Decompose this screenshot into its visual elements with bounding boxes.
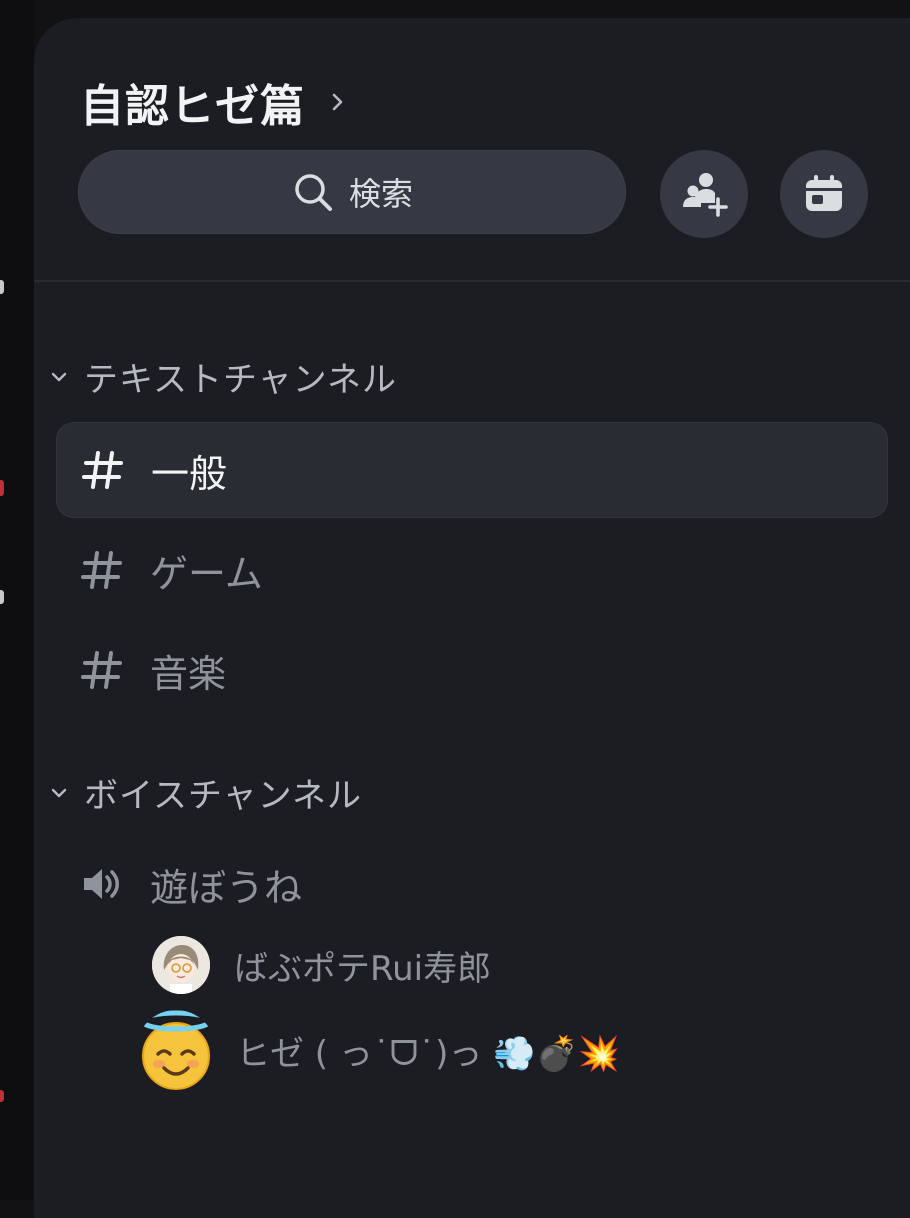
category-label: テキストチャンネル <box>84 360 397 400</box>
voice-user-name: ばぶポテRui寿郎 <box>234 948 492 989</box>
voice-user-name: ヒゼ ( っ˙ᗜ˙)っ 💨💣💥 <box>236 1033 621 1074</box>
search-input[interactable]: 検索 <box>78 150 626 234</box>
voice-user[interactable]: ヒゼ ( っ˙ᗜ˙)っ 💨💣💥 <box>136 1010 620 1090</box>
search-label: 検索 <box>348 175 413 213</box>
channel-game[interactable]: ゲーム <box>56 522 888 618</box>
rail-indicator <box>0 590 4 604</box>
category-label: ボイスチャンネル <box>84 776 362 816</box>
rail-indicator <box>0 1090 4 1102</box>
channel-name: 音楽 <box>150 651 227 696</box>
chevron-down-icon <box>48 366 70 388</box>
invite-member-button[interactable] <box>660 150 748 238</box>
server-header[interactable]: 自認ヒゼ篇 <box>80 70 349 134</box>
voice-user[interactable]: ばぶポテRui寿郎 <box>152 936 491 994</box>
avatar <box>136 1010 216 1090</box>
rail-indicator <box>0 280 4 294</box>
channel-music[interactable]: 音楽 <box>56 622 888 718</box>
channel-general[interactable]: 一般 <box>56 422 888 518</box>
channel-name: 一般 <box>151 451 228 496</box>
category-text-channels[interactable]: テキストチャンネル <box>48 352 397 401</box>
rail-indicator <box>0 480 4 496</box>
hash-icon <box>81 448 125 492</box>
speaker-icon <box>80 862 124 906</box>
voice-channel-asobou[interactable]: 遊ぼうね <box>56 836 888 932</box>
calendar-icon <box>801 171 847 217</box>
hash-icon <box>80 648 124 692</box>
header-divider <box>34 280 910 282</box>
category-voice-channels[interactable]: ボイスチャンネル <box>48 768 362 817</box>
avatar <box>152 936 210 994</box>
hash-icon <box>80 548 124 592</box>
events-button[interactable] <box>780 150 868 238</box>
chevron-right-icon <box>327 91 349 113</box>
server-name: 自認ヒゼ篇 <box>80 81 305 132</box>
channel-sidebar: 自認ヒゼ篇 検索 テキストチャンネル 一般 ゲーム 音楽 ボイスチャンネル 遊ぼ… <box>34 18 910 1218</box>
chevron-down-icon <box>48 782 70 804</box>
search-icon <box>291 170 335 214</box>
server-rail <box>0 0 34 1200</box>
add-member-icon <box>679 169 729 219</box>
channel-name: 遊ぼうね <box>150 865 303 910</box>
channel-name: ゲーム <box>150 551 263 596</box>
